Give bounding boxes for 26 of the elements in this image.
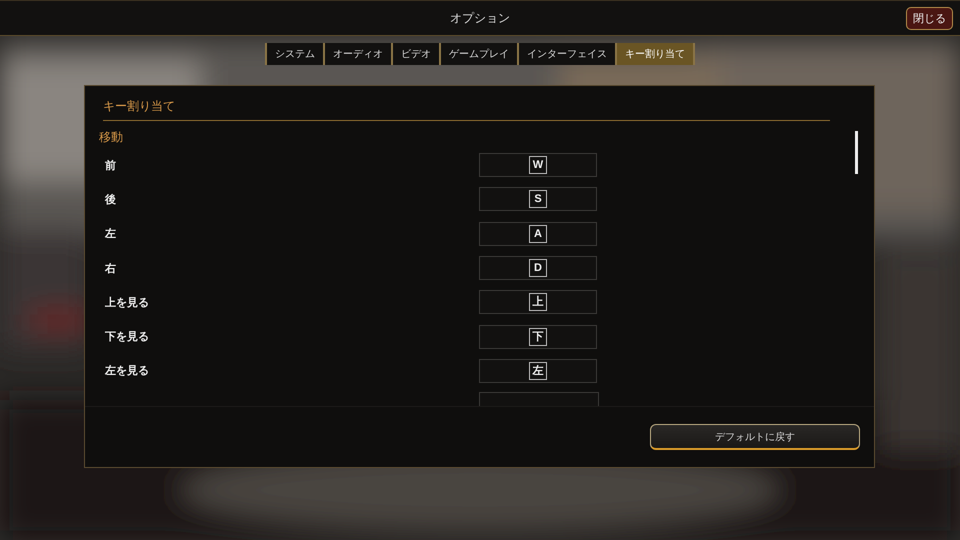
close-button[interactable]: 閉じる xyxy=(906,7,953,30)
tab[interactable]: ゲームプレイ xyxy=(439,43,517,65)
key-binding-button[interactable]: 下 xyxy=(479,324,597,349)
key-binding-button[interactable]: W xyxy=(479,153,597,178)
scrollbar[interactable] xyxy=(855,131,858,174)
action-label: 上を見る xyxy=(104,294,150,310)
key-binding-button[interactable]: 左 xyxy=(479,358,597,383)
action-label: 下を見る xyxy=(104,329,150,344)
tab[interactable]: キー割り当て xyxy=(615,43,695,65)
action-label: 左 xyxy=(104,226,117,242)
panel-title: キー割り当て xyxy=(103,98,830,121)
action-label: 右 xyxy=(104,260,117,276)
reset-button[interactable]: デフォルトに戻す xyxy=(650,424,860,450)
tab[interactable]: インターフェイス xyxy=(517,43,615,65)
window-title: オプション xyxy=(450,10,510,26)
action-label: 前 xyxy=(104,158,117,173)
section-heading: 移動 xyxy=(99,129,124,146)
tab[interactable]: システム xyxy=(265,43,323,65)
key-binding-button[interactable]: A xyxy=(479,222,597,246)
key-binding-button[interactable]: 上 xyxy=(479,290,597,314)
key-binding-button[interactable]: D xyxy=(479,256,597,280)
tab[interactable]: ビデオ xyxy=(391,43,439,65)
key-binding-button[interactable]: S xyxy=(479,187,597,212)
action-label: 後 xyxy=(104,192,117,207)
action-label: 左を見る xyxy=(104,363,150,378)
tab[interactable]: オーディオ xyxy=(323,43,391,65)
